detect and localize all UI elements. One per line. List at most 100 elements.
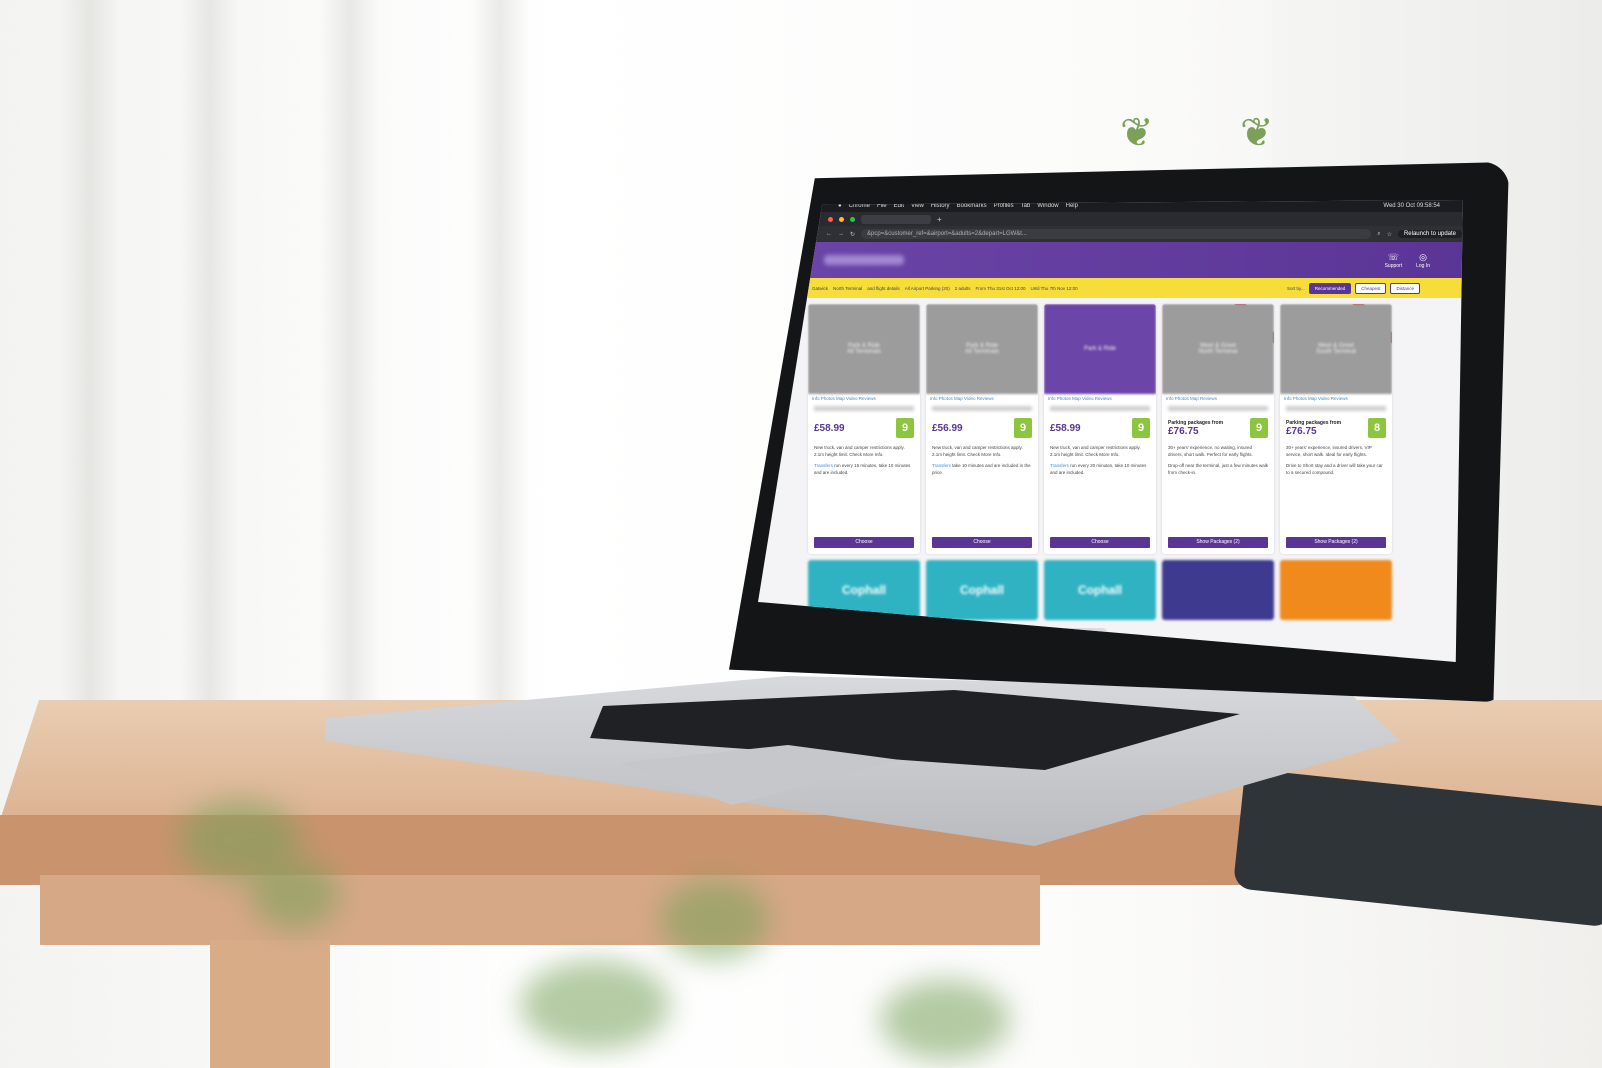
foreground-leaf <box>250 860 340 930</box>
rating-badge: 9 <box>1250 418 1268 438</box>
menu-bookmarks[interactable]: Bookmarks <box>957 203 987 209</box>
filter-flight[interactable]: and flight details <box>867 286 900 291</box>
parking-card-preview[interactable]: Cophall <box>1044 560 1156 620</box>
new-tab-icon[interactable]: + <box>937 215 942 224</box>
show-packages-button[interactable]: Show Packages (2) <box>1168 537 1268 548</box>
card-description: New truck, van and camper restrictions a… <box>1050 445 1141 457</box>
menu-help[interactable]: Help <box>1066 203 1078 209</box>
zoom-icon[interactable]: ⌕ <box>1377 231 1380 238</box>
transfers-link[interactable]: Transfers <box>1050 463 1069 468</box>
sort-distance-button[interactable]: Distance <box>1390 282 1420 294</box>
card-image[interactable]: Park & Ride All Terminals <box>926 304 1038 394</box>
parking-card: Park & Ride All Terminals Info Photos Ma… <box>808 304 920 554</box>
parking-card: Park & Ride Info Photos Map Video Review… <box>1044 304 1156 554</box>
login-button[interactable]: ◎ Log In <box>1416 252 1430 269</box>
card-price: £76.75 <box>1168 425 1199 437</box>
card-links[interactable]: Info Photos Map Video Reviews <box>1044 394 1156 403</box>
filter-terminal[interactable]: North Terminal <box>833 286 862 291</box>
forward-icon[interactable]: → <box>838 231 844 237</box>
card-image[interactable]: Meet & Greet North Terminal <box>1162 304 1274 394</box>
card-title-blurred <box>814 406 914 411</box>
site-logo[interactable] <box>824 255 904 265</box>
card-price: £56.99 <box>932 422 963 434</box>
support-icon: ☏ <box>1387 251 1399 262</box>
curtain-fold <box>320 0 380 760</box>
menu-tab[interactable]: Tab <box>1021 203 1031 209</box>
results-grid: Park & Ride All Terminals Info Photos Ma… <box>758 298 1463 554</box>
menu-profiles[interactable]: Profiles <box>994 203 1014 209</box>
minimize-window-button[interactable] <box>839 216 844 222</box>
bookmark-star-icon[interactable]: ☆ <box>1387 231 1392 238</box>
card-links[interactable]: Info Photos Map Video Reviews <box>808 394 920 403</box>
rating-badge: 9 <box>1014 418 1032 438</box>
search-filter-bar: Gatwick North Terminal and flight detail… <box>758 278 1463 298</box>
card-title-blurred <box>1286 406 1386 411</box>
card-links[interactable]: Info Photos Map Reviews <box>1162 394 1274 403</box>
transfers-link[interactable]: Transfers <box>932 463 951 468</box>
card-transfer-info: Drive to Short stay and a driver will ta… <box>1286 463 1383 475</box>
laptop-screen: ● Chrome File Edit View History Bookmark… <box>758 200 1463 662</box>
menu-window[interactable]: Window <box>1037 203 1058 209</box>
desk-board <box>40 875 1040 945</box>
card-transfer-info: Transfers take 10 minutes and are includ… <box>932 463 1031 475</box>
browser-tabbar: + <box>758 212 1463 226</box>
site-header: ☏ Support ◎ Log In <box>758 242 1463 278</box>
card-title-blurred <box>932 406 1032 411</box>
choose-button[interactable]: Choose <box>814 537 914 548</box>
rating-badge: 9 <box>1132 418 1150 438</box>
card-description: New truck, van and camper restrictions a… <box>932 445 1023 457</box>
filter-parking[interactable]: All Airport Parking (20) <box>905 286 950 291</box>
foreground-leaf <box>520 960 670 1050</box>
parking-card: Park & Ride All Terminals Info Photos Ma… <box>926 304 1038 554</box>
parking-card-preview[interactable]: Cophall <box>926 560 1038 620</box>
sort-recommended-button[interactable]: Recommended <box>1308 282 1352 294</box>
transfers-link[interactable]: Transfers <box>814 463 833 468</box>
address-bar[interactable]: &pcp=&customer_ref=&airport=&adults=2&de… <box>861 229 1372 239</box>
card-description: 30+ years' experience, insured drivers, … <box>1286 445 1372 457</box>
parking-card-preview[interactable] <box>1280 560 1392 620</box>
card-image[interactable]: Park & Ride <box>1044 304 1156 394</box>
close-window-button[interactable] <box>828 216 833 222</box>
show-packages-button[interactable]: Show Packages (2) <box>1286 537 1386 548</box>
filter-adults[interactable]: 2 adults <box>955 286 971 291</box>
card-transfer-info: Transfers run every 15 minutes, take 10 … <box>814 463 911 475</box>
card-price: £58.99 <box>1050 422 1081 434</box>
card-transfer-info: Drop-off near the terminal, just a few m… <box>1168 463 1268 475</box>
relaunch-button[interactable]: Relaunch to update <box>1397 230 1462 238</box>
choose-button[interactable]: Choose <box>932 537 1032 548</box>
card-image[interactable]: Meet & Greet South Terminal <box>1280 304 1392 394</box>
curtain-fold <box>60 0 120 760</box>
rating-badge: 8 <box>1368 418 1386 438</box>
support-button[interactable]: ☏ Support <box>1385 252 1403 269</box>
browser-toolbar: ← → ↻ &pcp=&customer_ref=&airport=&adult… <box>758 226 1463 242</box>
parking-card-preview[interactable] <box>1162 560 1274 620</box>
card-links[interactable]: Info Photos Map Video Reviews <box>926 394 1038 403</box>
choose-button[interactable]: Choose <box>1050 537 1150 548</box>
card-image[interactable]: Park & Ride All Terminals <box>808 304 920 394</box>
menu-history[interactable]: History <box>931 203 950 209</box>
card-title-blurred <box>1168 406 1268 411</box>
zoom-window-button[interactable] <box>850 216 855 222</box>
curtain-fold <box>470 0 530 760</box>
card-price: £76.75 <box>1286 425 1317 437</box>
filter-until-date[interactable]: Until Thu 7th Nov 12:00 <box>1030 286 1077 291</box>
back-icon[interactable]: ← <box>826 231 832 237</box>
curtain-fold <box>180 0 240 760</box>
card-description: New truck, van and camper restrictions a… <box>814 445 905 457</box>
plant-sprig: ❦ <box>1240 111 1274 155</box>
price-prefix: Parking packages from <box>1168 419 1224 426</box>
reload-icon[interactable]: ↻ <box>850 231 855 238</box>
price-prefix: Parking packages from <box>1286 419 1342 426</box>
filter-from-date[interactable]: From Thu 31st Oct 12:00 <box>976 286 1026 291</box>
card-title-blurred <box>1050 406 1150 411</box>
plant-sprig: ❦ <box>1120 111 1154 155</box>
foreground-leaf <box>880 980 1010 1060</box>
card-transfer-info: Transfers run every 20 minutes, take 10 … <box>1050 463 1147 475</box>
browser-tab[interactable] <box>861 214 931 224</box>
parking-card: Meet & Greet North Terminal Info Photos … <box>1162 304 1274 554</box>
filter-airport[interactable]: Gatwick <box>812 286 828 291</box>
sort-label: Sort by... <box>1287 285 1305 291</box>
sort-cheapest-button[interactable]: Cheapest <box>1355 282 1387 294</box>
menubar-clock[interactable]: Wed 30 Oct 09:58:54 <box>1383 203 1440 209</box>
card-links[interactable]: Info Photos Map Video Reviews <box>1280 394 1392 403</box>
